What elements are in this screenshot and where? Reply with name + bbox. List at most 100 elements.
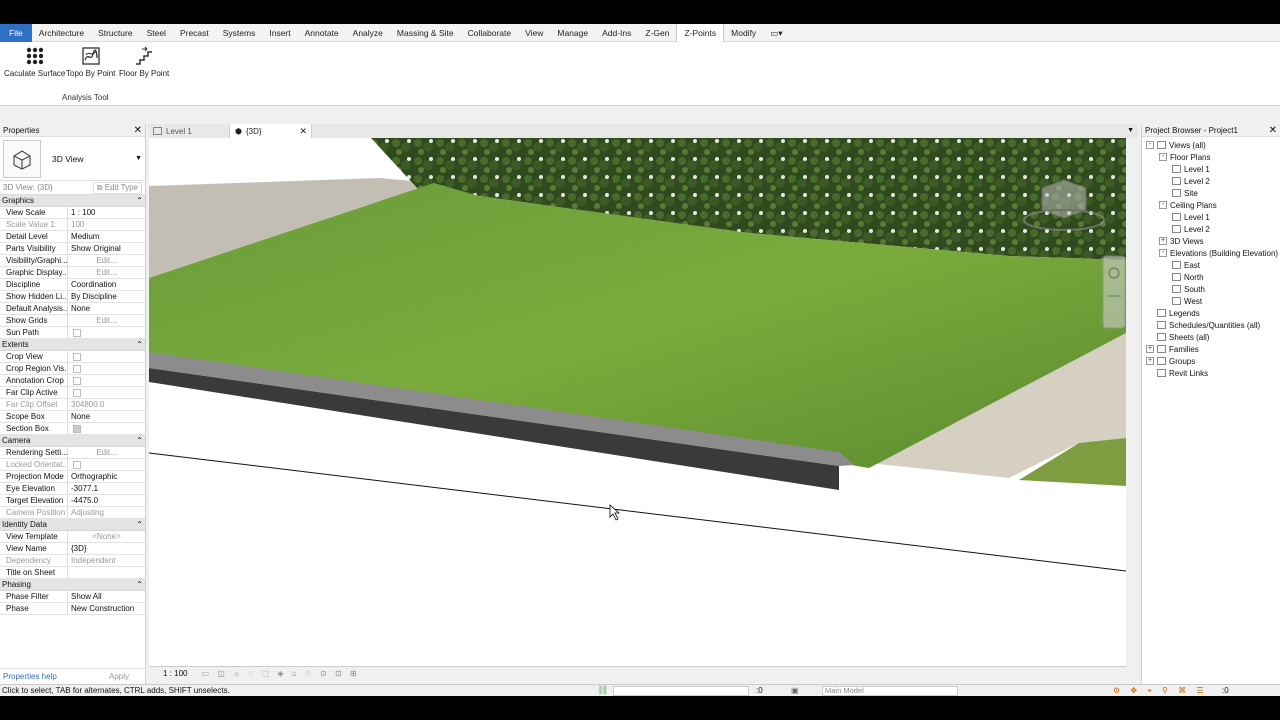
property-value[interactable]: 1 : 100 [68, 207, 145, 218]
property-value[interactable]: Adjusting [68, 507, 145, 518]
property-value[interactable]: Independent [68, 555, 145, 566]
tree-item[interactable]: Level 2 [1142, 175, 1280, 187]
group-extents[interactable]: Extents ⌃ [0, 339, 145, 351]
3d-viewport[interactable] [149, 138, 1126, 666]
property-value[interactable]: -4475.0 [68, 495, 145, 506]
property-edit-button[interactable]: Edit... [68, 315, 145, 326]
property-edit-button[interactable]: <None> [68, 531, 145, 542]
tree-item[interactable]: Level 2 [1142, 223, 1280, 235]
property-value[interactable]: Show Original [68, 243, 145, 254]
property-value[interactable]: Medium [68, 231, 145, 242]
property-value[interactable]: 100 [68, 219, 145, 230]
tree-item[interactable]: Sheets (all) [1142, 331, 1280, 343]
property-value[interactable]: Show All [68, 591, 145, 602]
topo-by-point-button[interactable]: Topo By Point [66, 46, 115, 78]
tree-item[interactable]: East [1142, 259, 1280, 271]
property-edit-button[interactable]: Edit... [68, 447, 145, 458]
collapse-icon[interactable]: ⌃ [136, 520, 143, 529]
group-camera[interactable]: Camera ⌃ [0, 435, 145, 447]
tree-item[interactable]: South [1142, 283, 1280, 295]
collapse-icon[interactable]: - [1159, 153, 1167, 161]
tree-item[interactable]: Site [1142, 187, 1280, 199]
tree-item[interactable]: West [1142, 295, 1280, 307]
property-checkbox[interactable] [68, 327, 145, 338]
property-value[interactable]: Coordination [68, 279, 145, 290]
menu-item-precast[interactable]: Precast [173, 24, 216, 42]
property-value[interactable]: 304800.0 [68, 399, 145, 410]
collapse-icon[interactable]: ⌃ [136, 196, 143, 205]
workset-dropdown[interactable] [613, 686, 749, 696]
tree-item[interactable]: +3D Views [1142, 235, 1280, 247]
tree-item[interactable]: Level 1 [1142, 211, 1280, 223]
collapse-icon[interactable]: - [1159, 201, 1167, 209]
checkbox[interactable] [73, 329, 81, 337]
menu-item-z-points[interactable]: Z-Points [676, 23, 725, 43]
menu-item-systems[interactable]: Systems [216, 24, 263, 42]
worksharing-icon[interactable]: ⛓ [597, 685, 608, 696]
collapse-icon[interactable]: ⌃ [136, 580, 143, 589]
property-checkbox[interactable] [68, 375, 145, 386]
quick-access-icon[interactable]: ▭▾ [763, 24, 789, 42]
tree-item[interactable]: Revit Links [1142, 367, 1280, 379]
vertical-scrollbar[interactable] [1126, 138, 1138, 680]
group-phasing[interactable]: Phasing ⌃ [0, 579, 145, 591]
menu-item-structure[interactable]: Structure [91, 24, 140, 42]
property-checkbox[interactable] [68, 459, 145, 470]
design-option-dropdown[interactable]: Main Model [822, 686, 958, 696]
property-value[interactable]: New Construction [68, 603, 145, 614]
tab-3d[interactable]: ⬢ {3D} ✕ [230, 124, 312, 138]
close-icon[interactable]: ✕ [1269, 125, 1277, 136]
tree-item[interactable]: + Families [1142, 343, 1280, 355]
apply-button[interactable]: Apply [109, 672, 129, 681]
close-icon[interactable]: ✕ [134, 125, 142, 136]
type-selector[interactable]: 3D View ▼ [0, 137, 145, 181]
navigation-bar[interactable] [1102, 255, 1126, 329]
tab-level-1[interactable]: Level 1 [148, 124, 230, 138]
property-checkbox[interactable] [68, 387, 145, 398]
menu-item-analyze[interactable]: Analyze [346, 24, 390, 42]
tree-item[interactable]: Schedules/Quantities (all) [1142, 319, 1280, 331]
property-value[interactable]: {3D} [68, 543, 145, 554]
tab-menu-icon[interactable]: ▼ [1127, 124, 1134, 138]
checkbox[interactable] [73, 425, 81, 433]
property-value[interactable]: By Discipline [68, 291, 145, 302]
menu-item-manage[interactable]: Manage [550, 24, 595, 42]
property-value[interactable]: None [68, 303, 145, 314]
edit-type-button[interactable]: ⧉ Edit Type [92, 181, 142, 194]
property-checkbox[interactable] [68, 351, 145, 362]
collapse-icon[interactable]: ⌃ [136, 340, 143, 349]
collapse-icon[interactable]: ⌃ [136, 436, 143, 445]
tree-item[interactable]: - Ceiling Plans [1142, 199, 1280, 211]
menu-item-file[interactable]: File [0, 23, 32, 42]
tree-item[interactable]: North [1142, 271, 1280, 283]
properties-help-link[interactable]: Properties help [3, 672, 57, 681]
tree-item[interactable]: Level 1 [1142, 163, 1280, 175]
view-control-icons[interactable]: ▭ ◫ ☼ ◌ ⬚ ◈ ⌂ ♢ ⊙ ⊡ ⊞ [201, 669, 359, 678]
menu-item-add-ins[interactable]: Add-Ins [595, 24, 638, 42]
collapse-icon[interactable]: - [1146, 141, 1154, 149]
group-identity-data[interactable]: Identity Data ⌃ [0, 519, 145, 531]
checkbox[interactable] [73, 389, 81, 397]
tree-item[interactable]: + Groups [1142, 355, 1280, 367]
property-value[interactable] [68, 567, 145, 578]
checkbox[interactable] [73, 377, 81, 385]
property-checkbox[interactable] [68, 363, 145, 374]
property-edit-button[interactable]: Edit... [68, 267, 145, 278]
menu-item-annotate[interactable]: Annotate [298, 24, 346, 42]
property-edit-button[interactable]: Edit... [68, 255, 145, 266]
menu-item-collaborate[interactable]: Collaborate [461, 24, 518, 42]
close-icon[interactable]: ✕ [299, 126, 307, 137]
property-value[interactable]: None [68, 411, 145, 422]
expand-icon[interactable]: + [1146, 357, 1154, 365]
expand-icon[interactable]: + [1146, 345, 1154, 353]
instance-selector[interactable]: 3D View: {3D} ⧉ Edit Type [0, 181, 145, 195]
group-graphics[interactable]: Graphics ⌃ [0, 195, 145, 207]
checkbox[interactable] [73, 461, 81, 469]
menu-item-insert[interactable]: Insert [262, 24, 297, 42]
expand-icon[interactable]: + [1159, 237, 1167, 245]
menu-item-architecture[interactable]: Architecture [32, 24, 91, 42]
menu-item-massing-site[interactable]: Massing & Site [390, 24, 461, 42]
tree-item[interactable]: - Floor Plans [1142, 151, 1280, 163]
view-scale[interactable]: 1 : 100 [163, 669, 187, 678]
tree-item[interactable]: - Elevations (Building Elevation) [1142, 247, 1280, 259]
